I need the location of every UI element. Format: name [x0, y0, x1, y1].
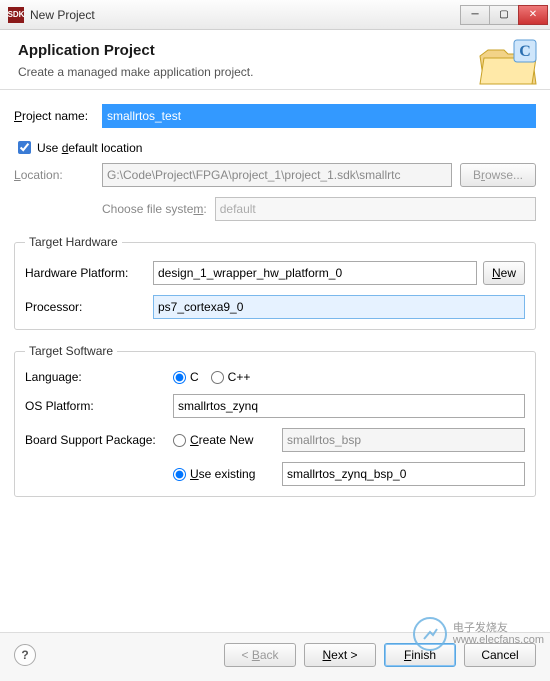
- dialog-footer: ? < Back Next > Finish Cancel: [0, 632, 550, 681]
- cancel-button[interactable]: Cancel: [464, 643, 536, 667]
- os-platform-select[interactable]: smallrtos_zynq: [173, 394, 525, 418]
- use-default-location-label: Use default location: [37, 141, 142, 155]
- os-platform-label: OS Platform:: [25, 399, 173, 413]
- language-label: Language:: [25, 370, 173, 384]
- target-hardware-group: Target Hardware Hardware Platform: desig…: [14, 235, 536, 330]
- close-button[interactable]: ✕: [518, 5, 548, 25]
- bsp-create-new-radio[interactable]: [173, 434, 186, 447]
- target-software-legend: Target Software: [25, 344, 117, 358]
- c-project-folder-icon: C: [478, 38, 538, 88]
- window-title: New Project: [30, 8, 461, 22]
- browse-button: Browse...: [460, 163, 536, 187]
- bsp-create-new-input: [282, 428, 525, 452]
- project-name-label: Project name:: [14, 109, 102, 123]
- bsp-use-existing-radio[interactable]: [173, 468, 186, 481]
- bsp-create-new-label: Create New: [190, 433, 270, 447]
- processor-label: Processor:: [25, 300, 153, 314]
- language-c-label: C: [190, 370, 199, 384]
- new-hardware-button[interactable]: New: [483, 261, 525, 285]
- dialog-header: Application Project Create a managed mak…: [0, 30, 550, 90]
- next-button[interactable]: Next >: [304, 643, 376, 667]
- bsp-label: Board Support Package:: [25, 433, 173, 447]
- filesystem-select: default: [215, 197, 536, 221]
- target-software-group: Target Software Language: C C++ OS Platf…: [14, 344, 536, 497]
- project-name-input[interactable]: smallrtos_test: [102, 104, 536, 128]
- maximize-button[interactable]: ▢: [489, 5, 519, 25]
- language-cpp-radio[interactable]: [211, 371, 224, 384]
- target-hardware-legend: Target Hardware: [25, 235, 122, 249]
- minimize-button[interactable]: ─: [460, 5, 490, 25]
- hardware-platform-select[interactable]: design_1_wrapper_hw_platform_0: [153, 261, 477, 285]
- bsp-use-existing-select[interactable]: smallrtos_zynq_bsp_0: [282, 462, 525, 486]
- app-icon: SDK: [8, 7, 24, 23]
- page-title: Application Project: [18, 42, 532, 59]
- finish-button[interactable]: Finish: [384, 643, 456, 667]
- back-button: < Back: [224, 643, 296, 667]
- dialog-content: Project name: smallrtos_test Use default…: [0, 90, 550, 509]
- processor-select[interactable]: ps7_cortexa9_0: [153, 295, 525, 319]
- page-subtitle: Create a managed make application projec…: [18, 65, 532, 79]
- help-button[interactable]: ?: [14, 644, 36, 666]
- location-label: Location:: [14, 168, 102, 182]
- titlebar: SDK New Project ─ ▢ ✕: [0, 0, 550, 30]
- hardware-platform-label: Hardware Platform:: [25, 266, 153, 280]
- language-cpp-label: C++: [228, 370, 251, 384]
- window-buttons: ─ ▢ ✕: [461, 5, 548, 25]
- use-default-location-checkbox[interactable]: [18, 141, 31, 154]
- svg-text:C: C: [519, 43, 531, 60]
- location-input: [102, 163, 452, 187]
- filesystem-label: Choose file system:: [102, 202, 207, 216]
- language-c-radio[interactable]: [173, 371, 186, 384]
- bsp-use-existing-label: Use existing: [190, 467, 270, 481]
